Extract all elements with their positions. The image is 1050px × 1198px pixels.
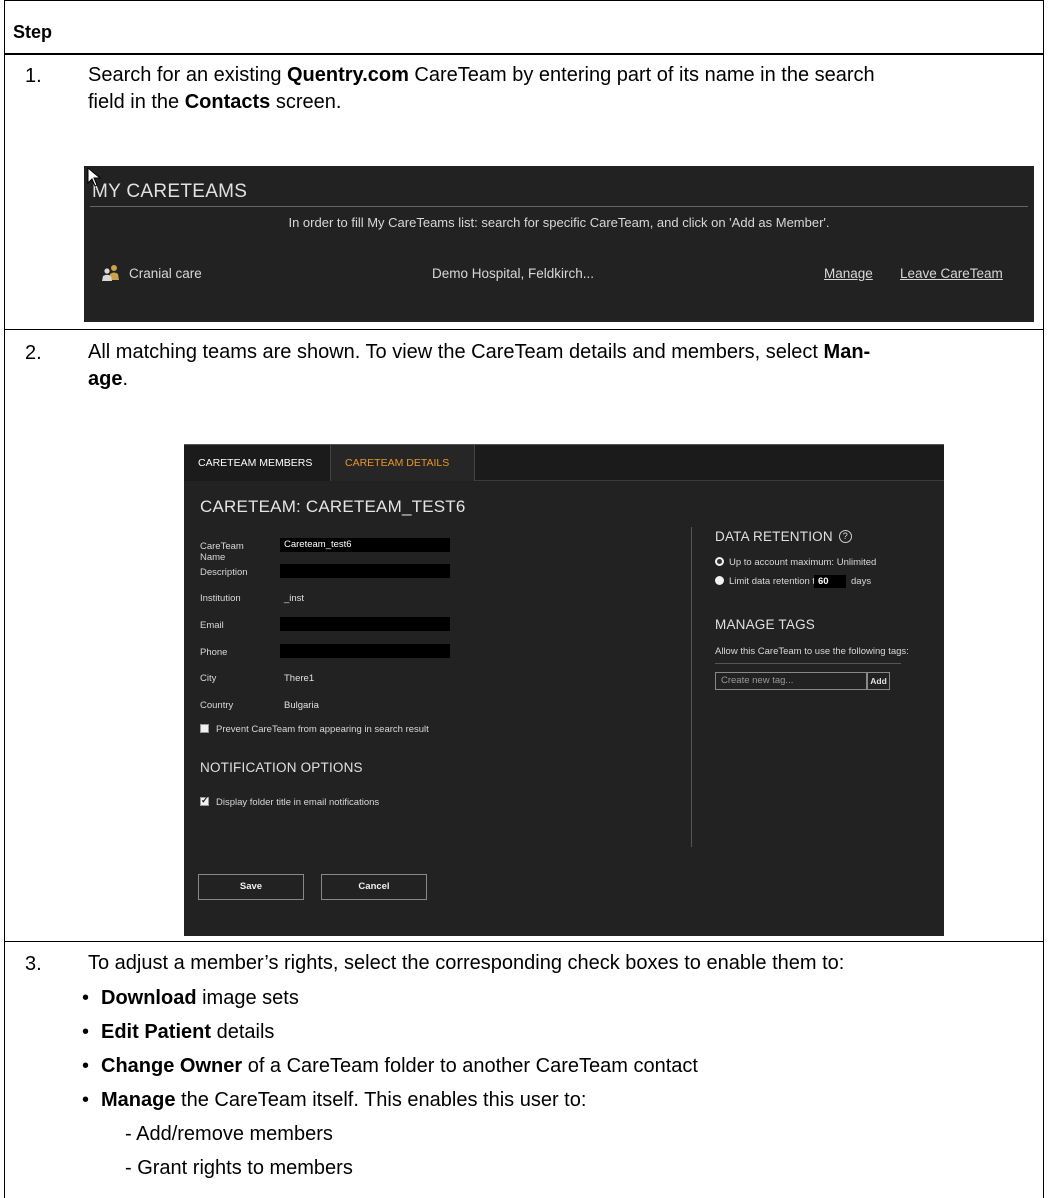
bullet-download: Download image sets (82, 985, 299, 1012)
row-divider (5, 329, 1043, 330)
display-folder-checkbox[interactable] (200, 795, 209, 806)
tab-careteam-details[interactable]: CARETEAM DETAILS (330, 445, 475, 481)
phone-input[interactable] (280, 644, 450, 658)
phone-label: Phone (200, 647, 228, 658)
manage-link[interactable]: Manage (824, 266, 873, 281)
step-3-text: To adjust a member’s rights, select the … (88, 952, 845, 974)
bullet-edit-patient: Edit Patient details (82, 1019, 274, 1046)
prevent-search-label: Prevent CareTeam from appearing in searc… (216, 724, 429, 735)
retention-limit-label: Limit data retention to (729, 576, 821, 587)
email-label: Email (200, 620, 224, 631)
notification-options-heading: NOTIFICATION OPTIONS (200, 760, 363, 775)
title-divider (90, 206, 1028, 207)
cancel-button[interactable]: Cancel (321, 874, 427, 900)
help-icon[interactable]: ? (838, 530, 852, 543)
careteam-name-input[interactable]: Careteam_test6 (280, 538, 450, 552)
manage-tags-heading: MANAGE TAGS (715, 617, 815, 632)
table-header: Step (5, 1, 1043, 55)
step-2-text: All matching teams are shown. To view th… (88, 341, 871, 390)
row-divider (5, 941, 1043, 942)
description-label: Description (200, 567, 248, 578)
retention-days-label: days (851, 576, 872, 587)
mouse-pointer-icon (87, 167, 102, 187)
display-folder-label: Display folder title in email notificati… (216, 797, 380, 808)
retention-limit-radio[interactable] (715, 576, 724, 585)
careteam-institution: Demo Hospital, Feldkirch... (432, 266, 595, 281)
email-input[interactable] (280, 617, 450, 631)
institution-value: _inst (284, 593, 305, 604)
prevent-search-checkbox[interactable] (200, 724, 209, 733)
tab-careteam-members[interactable]: CARETEAM MEMBERS (184, 445, 330, 481)
institution-label: Institution (200, 593, 241, 604)
step-1-text: Search for an existing Quentry.com CareT… (88, 64, 875, 113)
retention-max-label: Up to account maximum: Unlimited (729, 557, 877, 568)
retention-max-radio[interactable] (715, 557, 724, 566)
careteam-details-panel: CARETEAM MEMBERS CARETEAM DETAILS CARETE… (184, 444, 944, 936)
retention-days-input[interactable]: 60 (814, 575, 846, 588)
careteam-name-label: CareTeam Name (200, 541, 244, 563)
tags-divider (715, 663, 901, 664)
my-careteams-title: MY CARETEAMS (92, 181, 248, 202)
city-value: There1 (284, 673, 315, 684)
city-label: City (200, 673, 217, 684)
save-button[interactable]: Save (198, 874, 304, 900)
careteam-group-icon (102, 265, 119, 281)
data-retention-heading: DATA RETENTION? (715, 529, 852, 544)
step-3-number: 3. (25, 953, 42, 975)
step-1-number: 1. (25, 65, 42, 87)
careteam-title: CARETEAM: CARETEAM_TEST6 (200, 497, 466, 516)
add-tag-button[interactable]: Add (867, 672, 890, 690)
manage-tags-hint: Allow this CareTeam to use the following… (715, 646, 909, 657)
careteam-name: Cranial care (129, 266, 202, 281)
description-input[interactable] (280, 564, 450, 578)
new-tag-input[interactable]: Create new tag... (715, 672, 867, 690)
bullet-change-owner: Change Owner of a CareTeam folder to ano… (82, 1053, 698, 1080)
step-2-number: 2. (25, 342, 42, 364)
my-careteams-panel: MY CARETEAMS In order to fill My CareTea… (84, 166, 1034, 322)
my-careteams-hint: In order to fill My CareTeams list: sear… (288, 215, 830, 230)
subitem-add-remove: - Add/remove members (125, 1123, 333, 1145)
country-label: Country (200, 700, 234, 711)
tab-bar: CARETEAM MEMBERS CARETEAM DETAILS (184, 445, 944, 481)
column-divider (691, 527, 692, 847)
country-value: Bulgaria (284, 700, 319, 711)
leave-careteam-link[interactable]: Leave CareTeam (900, 266, 1003, 281)
header-step: Step (13, 22, 53, 42)
bullet-manage: Manage the CareTeam itself. This enables… (82, 1087, 586, 1114)
subitem-grant-rights: - Grant rights to members (125, 1157, 353, 1179)
